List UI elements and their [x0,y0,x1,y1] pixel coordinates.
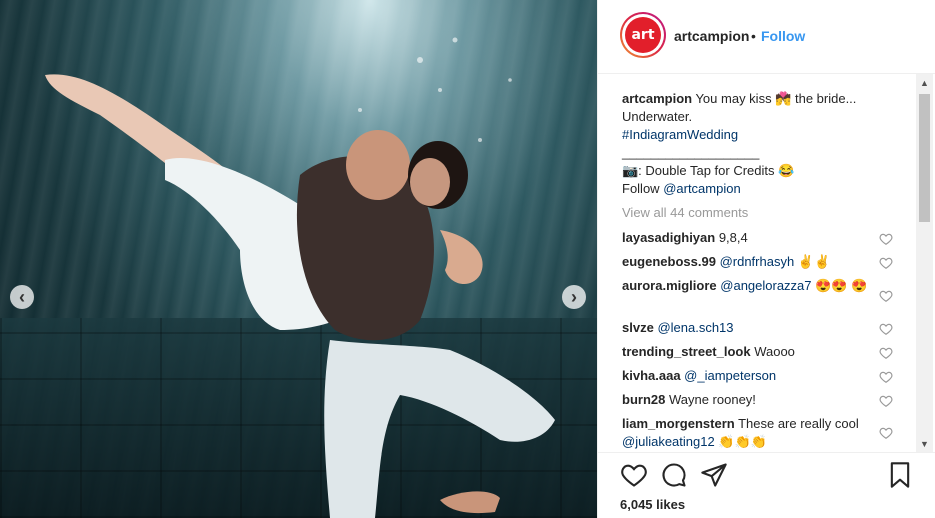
comment-item: slvze @lena.sch13 [622,319,887,337]
comment-suffix: 👏👏👏 [714,434,767,449]
comment-like-heart-icon[interactable] [879,370,893,384]
likes-count[interactable]: 6,045 likes [620,497,685,512]
comment-mention[interactable]: @rdnfrhasyh [720,254,795,269]
comment-username[interactable]: eugeneboss.99 [622,254,716,269]
post-actions: 6,045 likes [598,452,935,518]
comment-text: Waooo [750,344,795,359]
caption-follow-mention[interactable]: @artcampion [663,181,741,196]
previous-photo-button[interactable]: ‹ [10,285,34,309]
comment-username[interactable]: slvze [622,320,654,335]
comment-like-heart-icon[interactable] [879,346,893,360]
brand-logo: art [625,17,661,53]
comment-username[interactable]: aurora.migliore [622,278,717,293]
comment-mention[interactable]: @angelorazza7 [720,278,811,293]
comment-like-heart-icon[interactable] [879,289,893,303]
comment-text: 😍😍 😍 [811,278,868,293]
share-icon[interactable] [700,461,728,489]
chevron-right-icon: › [571,287,577,307]
comment-mention[interactable]: @_iampeterson [684,368,776,383]
view-all-comments-link[interactable]: View all 44 comments [622,205,748,220]
bookmark-icon[interactable] [886,461,914,489]
comment-text: ✌✌ [794,254,831,269]
comment-username[interactable]: liam_morgenstern [622,416,735,431]
caption-follow-prefix: Follow [622,181,664,196]
comment-item: aurora.migliore @angelorazza7 😍😍 😍 [622,277,887,295]
avatar[interactable]: art [620,12,666,58]
comment-username[interactable]: kivha.aaa [622,368,681,383]
comment-text: Wayne rooney! [665,392,756,407]
comment-username[interactable]: trending_street_look [622,344,751,359]
instagram-post-modal: ‹ › art artcampion • Follow artcampion Y… [0,0,935,518]
header-username[interactable]: artcampion [674,28,749,44]
chevron-left-icon: ‹ [19,287,25,307]
comment-username[interactable]: layasadighiyan [622,230,715,245]
comments-scrollbar[interactable]: ▲ ▼ [916,74,933,452]
scroll-down-arrow-icon[interactable]: ▼ [916,435,933,452]
comment-item: trending_street_look Waooo [622,343,887,361]
post-caption: artcampion You may kiss 💏 the bride... U… [622,90,912,198]
comment-like-heart-icon[interactable] [879,322,893,336]
comment-mention[interactable]: @lena.sch13 [657,320,733,335]
caption-divider: ___________________ [622,145,760,160]
post-photo[interactable]: ‹ › [0,0,597,518]
comments-area: artcampion You may kiss 💏 the bride... U… [598,74,935,452]
comment-mention[interactable]: @juliakeating12 [622,434,715,449]
next-photo-button[interactable]: › [562,285,586,309]
comment-icon[interactable] [660,461,688,489]
comment-like-heart-icon[interactable] [879,394,893,408]
comment-item: burn28 Wayne rooney! [622,391,887,409]
scroll-up-arrow-icon[interactable]: ▲ [916,74,933,91]
comment-item: liam_morgenstern These are really cool @… [622,415,887,451]
comment-text: 9,8,4 [715,230,748,245]
comment-item: eugeneboss.99 @rdnfrhasyh ✌✌ [622,253,887,271]
comment-username[interactable]: burn28 [622,392,665,407]
follow-button[interactable]: Follow [761,28,805,44]
comment-like-heart-icon[interactable] [879,426,893,440]
separator-dot: • [751,28,756,44]
logo-text: art [631,27,655,43]
caption-credits: 📷: Double Tap for Credits 😂 [622,163,795,178]
underwater-couple-illustration [45,37,555,518]
post-side-panel: art artcampion • Follow artcampion You m… [597,0,935,518]
scrollbar-thumb[interactable] [919,94,930,222]
comment-item: layasadighiyan 9,8,4 [622,229,887,247]
avatar-ring: art [622,14,664,56]
comment-like-heart-icon[interactable] [879,232,893,246]
comment-like-heart-icon[interactable] [879,256,893,270]
comment-item: kivha.aaa @_iampeterson [622,367,887,385]
heart-icon[interactable] [620,461,648,489]
caption-username[interactable]: artcampion [622,91,692,106]
comment-text: These are really cool [734,416,859,431]
post-header: art artcampion • Follow [598,0,935,74]
caption-hashtag[interactable]: #IndiagramWedding [622,127,738,142]
